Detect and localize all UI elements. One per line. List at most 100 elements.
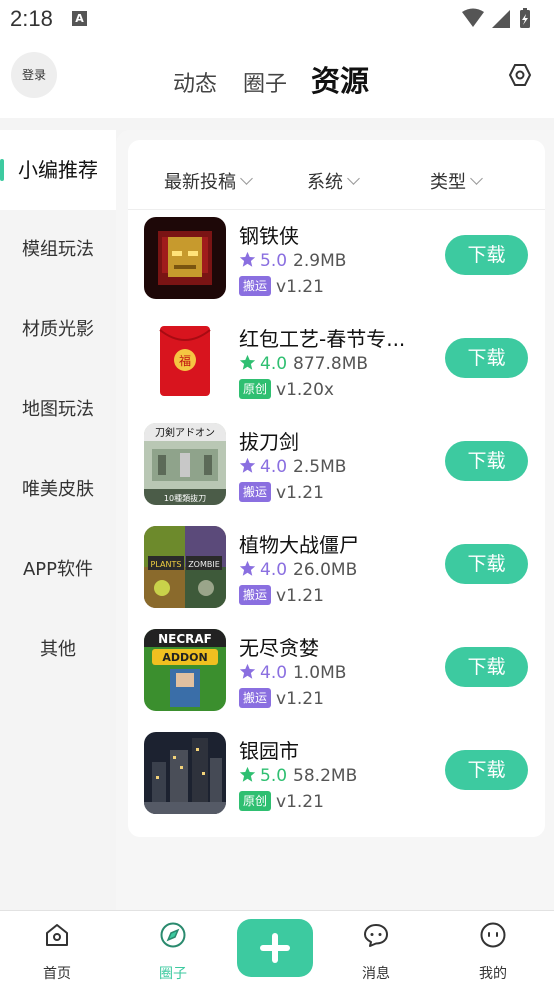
- resource-item[interactable]: 银园市 5.0 58.2MB 原创 v1.21 下载: [128, 724, 545, 827]
- publish-button[interactable]: [237, 919, 313, 977]
- file-size: 26.0MB: [293, 560, 358, 580]
- file-size: 877.8MB: [293, 354, 369, 374]
- face-icon: [480, 922, 506, 948]
- meta-row: 搬运 v1.21: [239, 276, 324, 297]
- top-header: 登录 动态 圈子 资源: [0, 36, 554, 118]
- login-button[interactable]: 登录: [11, 52, 57, 98]
- blade-thumb-title: 刀剣アドオン: [155, 427, 215, 439]
- resource-title: 拔刀剑: [239, 430, 299, 454]
- tab-resources[interactable]: 资源: [311, 58, 369, 100]
- system-status-icons: [462, 8, 530, 28]
- meta-row: 搬运 v1.21: [239, 482, 324, 503]
- source-badge: 原创: [239, 791, 272, 811]
- nav-messages[interactable]: 消息: [336, 911, 416, 987]
- home-icon: [46, 924, 68, 946]
- rating-row: 5.0 2.9MB: [239, 251, 346, 271]
- file-size: 2.5MB: [293, 457, 347, 477]
- file-size: 1.0MB: [293, 663, 347, 683]
- chevron-down-icon: [347, 172, 360, 185]
- star-icon: [239, 560, 256, 576]
- sidebar-item-apps[interactable]: APP软件: [0, 530, 116, 610]
- version-label: v1.21: [276, 483, 324, 503]
- filter-system[interactable]: 系统: [307, 168, 360, 194]
- meta-row: 原创 v1.21: [239, 791, 324, 812]
- nav-profile[interactable]: 我的: [453, 911, 533, 987]
- rating-row: 4.0 1.0MB: [239, 663, 346, 683]
- download-button[interactable]: 下载: [445, 544, 528, 584]
- cellular-icon: [492, 10, 510, 28]
- notification-icon: A: [72, 11, 87, 26]
- resource-item[interactable]: NECRAF ADDON 无尽贪婪 4.0 1.0MB 搬运 v1.21 下载: [128, 621, 545, 724]
- nav-circle-label: 圈子: [159, 966, 187, 982]
- nav-profile-label: 我的: [479, 966, 507, 982]
- sidebar-item-other[interactable]: 其他: [0, 610, 116, 690]
- resource-title: 钢铁侠: [239, 224, 299, 248]
- infinity-thumb-subtitle: ADDON: [162, 651, 207, 664]
- rating-row: 4.0 2.5MB: [239, 457, 346, 477]
- chevron-down-icon: [470, 172, 483, 185]
- resource-item[interactable]: 福 红包工艺-春节专... 4.0 877.8MB 原创 v1.20x 下载: [128, 312, 545, 415]
- source-badge: 搬运: [239, 688, 272, 708]
- filter-type-label: 类型: [430, 172, 466, 193]
- tab-dynamics[interactable]: 动态: [173, 66, 217, 98]
- resource-item[interactable]: PLANTS ZOMBIE 植物大战僵尸 4.0 26.0MB 搬运 v1.21 下…: [128, 518, 545, 621]
- resource-item[interactable]: 刀剣アドオン 10種類抜刀 拔刀剑 4.0 2.5MB 搬运 v1.21 下载: [128, 415, 545, 518]
- city-map-thumbnail: [144, 732, 226, 814]
- filter-system-label: 系统: [307, 172, 343, 193]
- rating-row: 4.0 877.8MB: [239, 354, 368, 374]
- resource-title: 无尽贪婪: [239, 636, 319, 660]
- rating-score: 4.0: [260, 560, 288, 580]
- nav-circle[interactable]: 圈子: [133, 911, 213, 987]
- download-button[interactable]: 下载: [445, 338, 528, 378]
- meta-row: 原创 v1.20x: [239, 379, 334, 400]
- nav-messages-label: 消息: [362, 966, 390, 982]
- status-bar: 2:18 A: [0, 0, 554, 36]
- chat-icon: [364, 924, 388, 947]
- hexagon-settings-icon[interactable]: [508, 63, 532, 87]
- nav-home[interactable]: 首页: [17, 911, 97, 987]
- version-label: v1.20x: [276, 380, 334, 400]
- filter-type[interactable]: 类型: [430, 168, 483, 194]
- rating-score: 4.0: [260, 354, 288, 374]
- compass-icon: [160, 922, 186, 948]
- sidebar-item-skins[interactable]: 唯美皮肤: [0, 450, 116, 530]
- pvz-thumbnail: PLANTS ZOMBIE: [144, 526, 226, 608]
- resource-item[interactable]: 钢铁侠 5.0 2.9MB 搬运 v1.21 下载: [128, 209, 545, 312]
- tab-circle[interactable]: 圈子: [243, 66, 287, 98]
- filter-latest[interactable]: 最新投稿: [164, 168, 253, 194]
- category-sidebar: 小编推荐 模组玩法 材质光影 地图玩法 唯美皮肤 APP软件 其他: [0, 130, 116, 910]
- version-label: v1.21: [276, 689, 324, 709]
- rating-score: 5.0: [260, 251, 288, 271]
- resource-list-card: 最新投稿 系统 类型 钢铁侠 5.0 2.9MB 搬运 v1.21 下载 福 红…: [128, 140, 545, 837]
- resource-title: 银园市: [239, 739, 299, 763]
- filter-latest-label: 最新投稿: [164, 172, 236, 193]
- download-button[interactable]: 下载: [445, 647, 528, 687]
- status-time: 2:18: [10, 6, 53, 31]
- plus-icon: [260, 933, 290, 963]
- meta-row: 搬运 v1.21: [239, 585, 324, 606]
- source-badge: 原创: [239, 379, 272, 399]
- iron-man-thumbnail: [144, 217, 226, 299]
- pvz-thumb-text-left: PLANTS: [151, 560, 182, 569]
- sidebar-item-mods[interactable]: 模组玩法: [0, 210, 116, 290]
- download-button[interactable]: 下载: [445, 750, 528, 790]
- nav-home-label: 首页: [43, 966, 71, 982]
- version-label: v1.21: [276, 277, 324, 297]
- star-icon: [239, 457, 256, 473]
- version-label: v1.21: [276, 792, 324, 812]
- download-button[interactable]: 下载: [445, 441, 528, 481]
- sidebar-item-maps[interactable]: 地图玩法: [0, 370, 116, 450]
- chevron-down-icon: [240, 172, 253, 185]
- blade-mod-thumbnail: 刀剣アドオン 10種類抜刀: [144, 423, 226, 505]
- version-label: v1.21: [276, 586, 324, 606]
- rating-score: 4.0: [260, 457, 288, 477]
- rating-score: 5.0: [260, 766, 288, 786]
- star-icon: [239, 766, 256, 782]
- source-badge: 搬运: [239, 276, 272, 296]
- sidebar-item-textures[interactable]: 材质光影: [0, 290, 116, 370]
- infinity-mod-thumbnail: NECRAF ADDON: [144, 629, 226, 711]
- filter-bar: 最新投稿 系统 类型: [128, 140, 545, 210]
- download-button[interactable]: 下载: [445, 235, 528, 275]
- sidebar-item-editor-picks[interactable]: 小编推荐: [0, 130, 116, 210]
- file-size: 58.2MB: [293, 766, 358, 786]
